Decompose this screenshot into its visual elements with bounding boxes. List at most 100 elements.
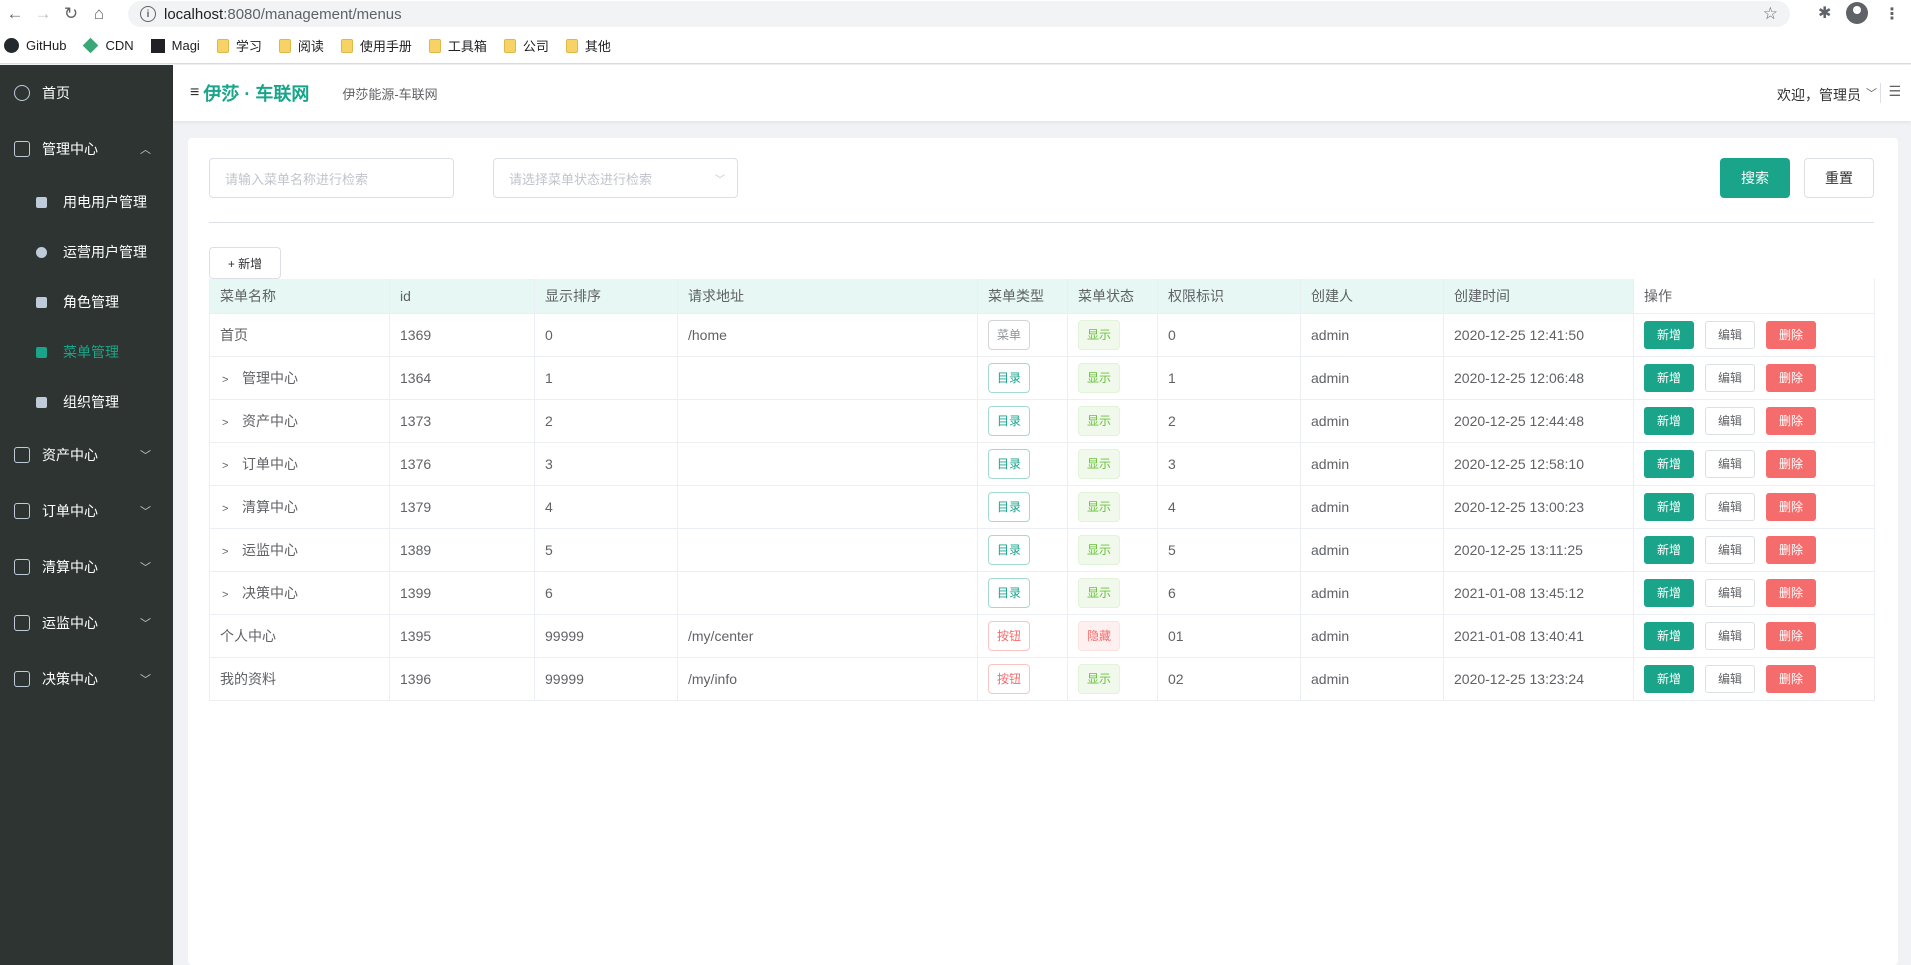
chevron-right-icon[interactable]: > [222,374,236,386]
status-tag: 显示 [1078,448,1121,479]
row-edit-button[interactable]: 编辑 [1705,320,1756,349]
bookmark-folder[interactable]: 学习 [216,36,262,55]
lock-icon [36,296,47,308]
home-icon[interactable]: ⌂ [86,1,112,27]
profile-avatar-icon[interactable] [1846,2,1868,24]
chevron-right-icon[interactable]: > [222,417,236,429]
sidebar-item-settlement[interactable]: 清算中心 ﹀ [0,539,173,595]
menu-status-select[interactable]: 请选择菜单状态进行检索 ﹀ [493,158,738,198]
row-add-button[interactable]: 新增 [1644,406,1695,435]
search-button[interactable]: 搜索 [1720,158,1790,198]
more-menu-icon[interactable]: ⋮ [1884,4,1900,24]
row-add-button[interactable]: 新增 [1644,664,1695,693]
row-add-button[interactable]: 新增 [1644,578,1695,607]
sidebar-subitem-menus[interactable]: 菜单管理 [0,327,173,377]
folder-icon [503,38,516,53]
row-edit-button[interactable]: 编辑 [1705,535,1756,564]
sidebar-subitem-operator-users[interactable]: 运营用户管理 [0,227,173,277]
bookmark-folder[interactable]: 工具箱 [428,36,487,55]
bookmark-magi[interactable]: Magi [150,38,200,53]
permission-cell: 4 [1157,485,1301,529]
menu-name-cell: > 管理中心 [209,356,390,400]
back-arrow-icon[interactable]: ← [2,1,28,27]
sidebar-item-monitoring[interactable]: 运监中心 ﹀ [0,595,173,651]
row-edit-button[interactable]: 编辑 [1705,664,1756,693]
row-edit-button[interactable]: 编辑 [1705,363,1756,392]
status-cell: 显示 [1067,485,1158,529]
column-header: 权限标识 [1157,279,1301,314]
id-cell: 1369 [389,313,535,357]
row-edit-button[interactable]: 编辑 [1705,621,1756,650]
bookmark-github[interactable]: GitHub [4,38,66,53]
row-add-button[interactable]: 新增 [1644,535,1695,564]
menu-name-search-input[interactable]: 请输入菜单名称进行检索 [209,158,454,198]
type-tag: 目录 [988,448,1031,479]
status-tag: 显示 [1078,577,1121,608]
row-delete-button[interactable]: 删除 [1766,492,1817,521]
chevron-down-icon[interactable]: ﹀ [1866,85,1877,101]
id-cell: 1364 [389,356,535,400]
bookmark-folder[interactable]: 阅读 [278,36,324,55]
reset-button[interactable]: 重置 [1804,158,1874,198]
sidebar-item-orders[interactable]: 订单中心 ﹀ [0,483,173,539]
hammer-icon [14,671,30,687]
forward-arrow-icon[interactable]: → [30,1,56,27]
address-bar[interactable]: i localhost:8080/management/menus ☆ [128,1,1790,27]
row-edit-button[interactable]: 编辑 [1705,449,1756,478]
reload-icon[interactable]: ↻ [58,1,84,27]
status-tag: 显示 [1078,663,1121,694]
sidebar-subitem-organization[interactable]: 组织管理 [0,377,173,427]
user-welcome[interactable]: 欢迎，管理员 [1777,85,1861,105]
type-cell: 目录 [977,571,1068,615]
sidebar-item-home[interactable]: 首页 [0,65,173,121]
clock-icon [14,85,30,101]
sidebar-subitem-power-users[interactable]: 用电用户管理 [0,177,173,227]
table-row: > 资产中心 1373 2 目录 显示 2 admin 2020-12-25 12:44:48 新… [209,399,1875,443]
bookmark-folder[interactable]: 其他 [565,36,611,55]
settings-sliders-icon[interactable]: ☰ [1888,83,1901,100]
chevron-right-icon[interactable]: > [222,546,236,558]
star-icon[interactable]: ☆ [1763,4,1778,24]
creator-cell: admin [1300,313,1444,357]
chevron-right-icon[interactable]: > [222,460,236,472]
creator-cell: admin [1300,356,1444,400]
sidebar-subitem-roles[interactable]: 角色管理 [0,277,173,327]
row-add-button[interactable]: 新增 [1644,449,1695,478]
type-tag: 按钮 [988,620,1031,651]
row-delete-button[interactable]: 删除 [1766,621,1817,650]
content-card: 请输入菜单名称进行检索 请选择菜单状态进行检索 ﹀ 搜索 重置 + 新增 菜单名… [188,138,1898,965]
info-icon[interactable]: i [140,6,156,22]
row-delete-button[interactable]: 删除 [1766,406,1817,435]
path-cell: /my/center [677,614,978,658]
bookmark-folder[interactable]: 使用手册 [340,36,412,55]
row-add-button[interactable]: 新增 [1644,320,1695,349]
sidebar-item-assets[interactable]: 资产中心 ﹀ [0,427,173,483]
row-add-button[interactable]: 新增 [1644,621,1695,650]
row-add-button[interactable]: 新增 [1644,492,1695,521]
row-delete-button[interactable]: 删除 [1766,664,1817,693]
column-header: 菜单名称 [209,279,390,314]
row-delete-button[interactable]: 删除 [1766,363,1817,392]
sidebar-item-decision[interactable]: 决策中心 ﹀ [0,651,173,707]
hamburger-icon[interactable]: ≡ [190,84,199,102]
status-cell: 显示 [1067,571,1158,615]
puzzle-icon[interactable]: ✱ [1818,3,1831,23]
row-delete-button[interactable]: 删除 [1766,320,1817,349]
row-delete-button[interactable]: 删除 [1766,578,1817,607]
created-time-cell: 2020-12-25 12:06:48 [1443,356,1634,400]
bookmark-cdn[interactable]: CDN [83,37,134,54]
add-menu-button[interactable]: + 新增 [209,247,281,279]
pie-icon [36,246,47,258]
sidebar-item-management[interactable]: 管理中心 ︿ [0,121,173,177]
row-delete-button[interactable]: 删除 [1766,535,1817,564]
chevron-right-icon[interactable]: > [222,503,236,515]
row-delete-button[interactable]: 删除 [1766,449,1817,478]
row-edit-button[interactable]: 编辑 [1705,578,1756,607]
row-add-button[interactable]: 新增 [1644,363,1695,392]
actions-cell: 新增 编辑 删除 [1633,313,1875,357]
chevron-right-icon[interactable]: > [222,589,236,601]
bookmark-folder[interactable]: 公司 [503,36,549,55]
folder-icon [428,38,441,53]
row-edit-button[interactable]: 编辑 [1705,406,1756,435]
row-edit-button[interactable]: 编辑 [1705,492,1756,521]
